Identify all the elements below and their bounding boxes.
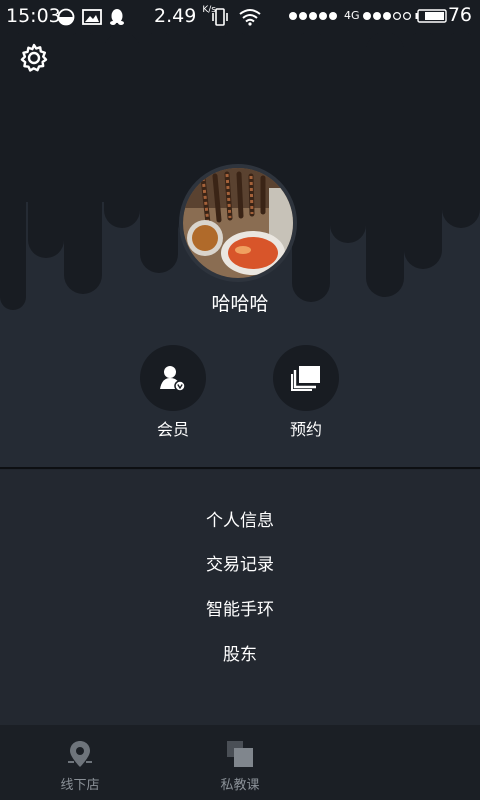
image-icon xyxy=(82,9,102,25)
member-button[interactable]: 会员 xyxy=(140,345,206,440)
qq-icon xyxy=(110,9,124,25)
tab-private-lesson-label: 私教课 xyxy=(220,778,260,793)
member-label: 会员 xyxy=(156,420,189,439)
booking-label: 预约 xyxy=(289,420,322,439)
tab-private-lesson[interactable]: 私教课 xyxy=(200,740,280,793)
avatar-food-photo xyxy=(183,168,293,278)
menu-item-personal-info[interactable]: 个人信息 xyxy=(0,506,480,531)
profile-header: 哈哈哈 会员 预约 xyxy=(0,32,480,468)
half-moon-icon xyxy=(57,8,75,26)
member-button-circle[interactable] xyxy=(140,345,206,411)
booking-icon xyxy=(291,366,320,391)
signal-dots-icon xyxy=(363,11,411,21)
section-divider xyxy=(0,467,480,469)
battery-level: 76 xyxy=(447,4,472,26)
location-pin-icon xyxy=(68,741,92,767)
status-time: 15:03 xyxy=(6,5,61,27)
network-type: 4G xyxy=(344,9,360,22)
avatar[interactable] xyxy=(179,164,297,282)
vibrate-icon xyxy=(212,8,228,26)
wifi-icon xyxy=(239,9,261,26)
tab-offline-store-label: 线下店 xyxy=(60,778,100,793)
booking-button-circle[interactable] xyxy=(273,345,339,411)
booking-button[interactable]: 预约 xyxy=(273,345,339,440)
member-icon xyxy=(160,366,186,391)
battery-icon xyxy=(415,9,447,23)
signal-dots-icon xyxy=(289,12,337,20)
menu-item-smart-band[interactable]: 智能手环 xyxy=(0,595,480,620)
menu-item-shareholder[interactable]: 股东 xyxy=(0,640,480,665)
stacked-squares-icon xyxy=(227,741,253,767)
menu-list: 个人信息 交易记录 智能手环 股东 xyxy=(0,470,480,725)
gear-icon[interactable] xyxy=(18,42,50,74)
username: 哈哈哈 xyxy=(211,293,269,315)
network-speed: 2.49 K/s xyxy=(154,5,216,27)
status-bar: 15:03 2.49 K/s 4G 76 xyxy=(0,0,480,32)
menu-item-transactions[interactable]: 交易记录 xyxy=(0,550,480,575)
bottom-tab-bar: 线下店 私教课 xyxy=(0,725,480,800)
tab-offline-store[interactable]: 线下店 xyxy=(40,740,120,793)
